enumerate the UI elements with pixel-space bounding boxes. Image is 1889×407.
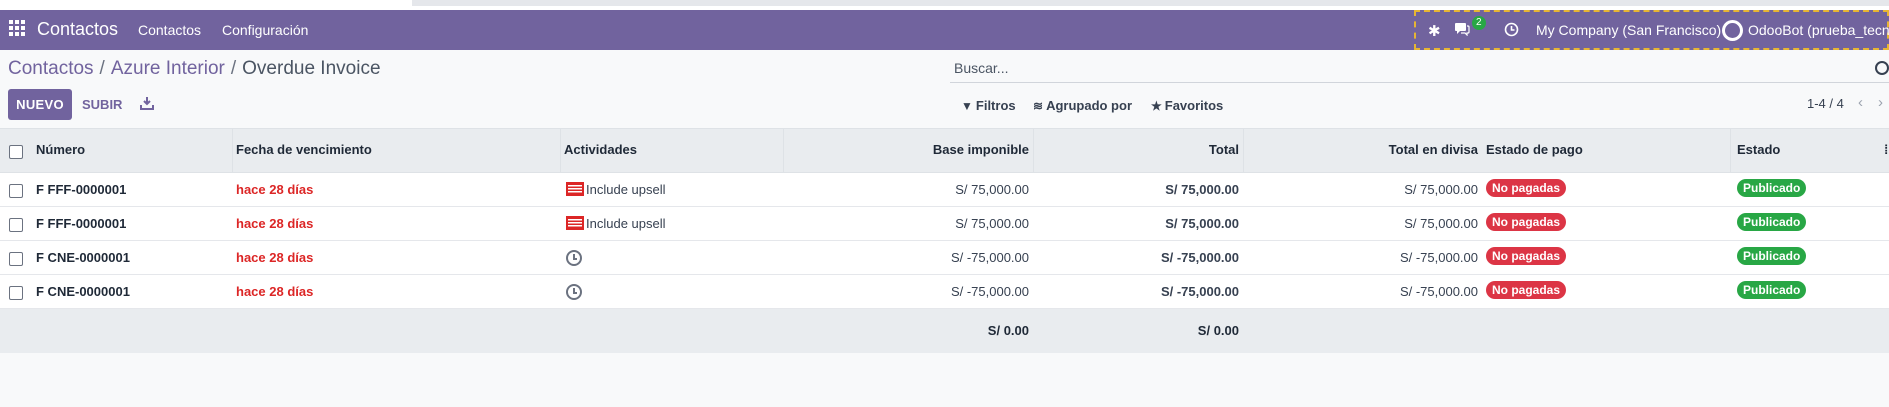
payment-status-badge: No pagadas xyxy=(1486,281,1567,299)
base-amount: S/ -75,000.00 xyxy=(950,284,1029,299)
invoice-number: F FFF-0000001 xyxy=(36,216,127,231)
col-total-divisa[interactable]: Total en divisa xyxy=(1389,142,1478,157)
table-row[interactable]: F CNE-0000001 hace 28 días S/ -75,000.00… xyxy=(0,241,1889,275)
select-all-checkbox[interactable] xyxy=(9,145,23,159)
col-estado-pago[interactable]: Estado de pago xyxy=(1486,142,1583,157)
table-row[interactable]: F CNE-0000001 hace 28 días S/ -75,000.00… xyxy=(0,275,1889,309)
currency-total: S/ 75,000.00 xyxy=(1404,182,1478,197)
company-switcher[interactable]: My Company (San Francisco) xyxy=(1536,22,1721,38)
due-date: hace 28 días xyxy=(236,250,314,265)
footer-total-sum: S/ 0.00 xyxy=(1197,323,1239,338)
apps-grid-icon[interactable] xyxy=(9,20,25,36)
state-badge: Publicado xyxy=(1737,179,1807,197)
table-row[interactable]: F FFF-0000001 hace 28 días Include upsel… xyxy=(0,173,1889,207)
breadcrumb-contactos[interactable]: Contactos xyxy=(8,58,94,79)
messages-badge: 2 xyxy=(1472,16,1486,30)
state-badge: Publicado xyxy=(1737,281,1807,299)
row-checkbox[interactable] xyxy=(9,286,23,300)
col-total[interactable]: Total xyxy=(1209,142,1239,157)
activity-cell[interactable]: Include upsell xyxy=(566,182,666,197)
activity-clock-icon[interactable] xyxy=(566,284,582,300)
total-amount: S/ 75,000.00 xyxy=(1165,216,1239,231)
search-icon[interactable] xyxy=(1875,61,1889,75)
total-amount: S/ -75,000.00 xyxy=(1160,284,1239,299)
activity-cell[interactable] xyxy=(566,250,582,266)
base-amount: S/ 75,000.00 xyxy=(955,182,1029,197)
favorites-toggle[interactable]: ★ Favoritos xyxy=(1151,98,1223,113)
filter-icon: ▼ xyxy=(961,99,973,113)
invoice-number: F CNE-0000001 xyxy=(36,250,130,265)
user-menu[interactable]: OdooBot (prueba_tecnic xyxy=(1748,22,1889,38)
due-date: hace 28 días xyxy=(236,182,314,197)
search-bar xyxy=(950,58,1889,83)
invoice-number: F CNE-0000001 xyxy=(36,284,130,299)
currency-total: S/ 75,000.00 xyxy=(1404,216,1478,231)
payment-status-badge: No pagadas xyxy=(1486,179,1567,197)
col-estado[interactable]: Estado xyxy=(1737,142,1780,157)
currency-total: S/ -75,000.00 xyxy=(1399,250,1478,265)
star-icon: ★ xyxy=(1151,99,1162,113)
app-brand[interactable]: Contactos xyxy=(37,19,118,40)
base-amount: S/ 75,000.00 xyxy=(955,216,1029,231)
chat-icon[interactable] xyxy=(1454,22,1470,40)
table-row[interactable]: F FFF-0000001 hace 28 días Include upsel… xyxy=(0,207,1889,241)
pager-value[interactable]: 1-4 / 4 xyxy=(1807,96,1844,111)
column-settings-icon[interactable]: ⁞ xyxy=(1884,142,1888,157)
filters-label: Filtros xyxy=(975,98,1016,113)
footer-base-sum: S/ 0.00 xyxy=(987,323,1029,338)
page-title: Overdue Invoice xyxy=(242,58,381,79)
total-amount: S/ -75,000.00 xyxy=(1160,250,1239,265)
invoice-number: F FFF-0000001 xyxy=(36,182,127,197)
pager-prev-icon[interactable]: ‹ xyxy=(1858,94,1863,111)
breadcrumb-separator: / xyxy=(99,58,105,79)
user-avatar[interactable] xyxy=(1722,20,1743,41)
activity-summary: Include upsell xyxy=(586,216,666,231)
due-date: hace 28 días xyxy=(236,216,314,231)
currency-total: S/ -75,000.00 xyxy=(1399,284,1478,299)
group-by-label: Agrupado por xyxy=(1046,98,1132,113)
activity-cell[interactable] xyxy=(566,284,582,300)
col-actividades[interactable]: Actividades xyxy=(564,142,637,157)
col-numero[interactable]: Número xyxy=(36,142,85,157)
bug-icon[interactable]: ✱ xyxy=(1428,22,1441,40)
table-header: Número Fecha de vencimiento Actividades … xyxy=(0,128,1889,174)
state-badge: Publicado xyxy=(1737,213,1807,231)
menu-configuracion[interactable]: Configuración xyxy=(222,22,308,38)
browser-top-strip xyxy=(0,0,1889,10)
activity-upsell-icon xyxy=(566,216,584,230)
activity-clock-icon[interactable] xyxy=(1504,22,1519,41)
col-vencimiento[interactable]: Fecha de vencimiento xyxy=(236,142,372,157)
upload-button[interactable]: SUBIR xyxy=(82,97,122,112)
due-date: hace 28 días xyxy=(236,284,314,299)
activity-cell[interactable]: Include upsell xyxy=(566,216,666,231)
main-navbar: Contactos Contactos Configuración ✱ 2 My… xyxy=(0,10,1889,50)
activity-clock-icon[interactable] xyxy=(566,250,582,266)
favorites-label: Favoritos xyxy=(1164,98,1224,113)
payment-status-badge: No pagadas xyxy=(1486,213,1567,231)
systray: ✱ 2 My Company (San Francisco) OdooBot (… xyxy=(1414,10,1889,50)
breadcrumb-azure-interior[interactable]: Azure Interior xyxy=(111,58,225,79)
total-amount: S/ 75,000.00 xyxy=(1165,182,1239,197)
pager-next-icon[interactable]: › xyxy=(1878,94,1883,111)
layers-icon: ≋ xyxy=(1033,99,1044,113)
group-by-toggle[interactable]: ≋ Agrupado por xyxy=(1033,98,1132,113)
state-badge: Publicado xyxy=(1737,247,1807,265)
download-icon[interactable] xyxy=(140,96,154,110)
breadcrumb-separator: / xyxy=(230,58,237,79)
activity-upsell-icon xyxy=(566,182,584,196)
row-checkbox[interactable] xyxy=(9,184,23,198)
row-checkbox[interactable] xyxy=(9,252,23,266)
payment-status-badge: No pagadas xyxy=(1486,247,1567,265)
row-checkbox[interactable] xyxy=(9,218,23,232)
base-amount: S/ -75,000.00 xyxy=(950,250,1029,265)
table-footer: S/ 0.00 S/ 0.00 xyxy=(0,309,1889,353)
new-button[interactable]: NUEVO xyxy=(8,89,72,120)
activity-summary: Include upsell xyxy=(586,182,666,197)
filters-toggle[interactable]: ▼ Filtros xyxy=(961,98,1016,113)
top-strip-grey xyxy=(412,0,1889,6)
menu-contactos[interactable]: Contactos xyxy=(138,22,201,38)
col-base-imponible[interactable]: Base imponible xyxy=(933,142,1029,157)
search-input[interactable] xyxy=(950,58,1858,78)
breadcrumb: Contactos / Azure Interior / Overdue Invoice xyxy=(8,58,381,80)
